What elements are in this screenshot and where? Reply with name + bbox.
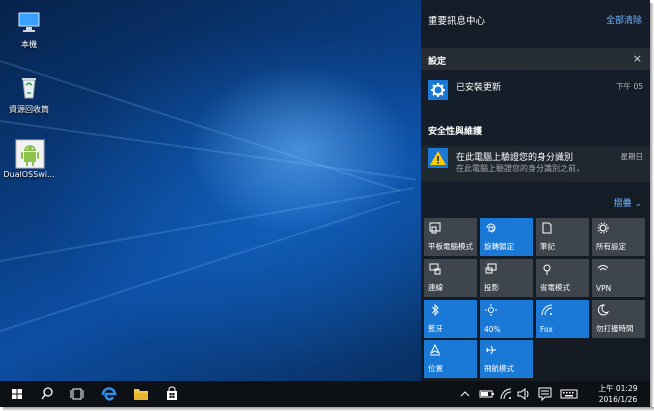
airplane-icon	[485, 344, 497, 356]
tile-label: 飛航模式	[484, 364, 514, 373]
group-title: 設定	[428, 57, 447, 67]
window-shadow	[650, 3, 654, 411]
tile-brightness[interactable]: 40%	[480, 300, 533, 338]
tile-rotation-lock[interactable]: 旋轉鎖定	[480, 218, 533, 256]
clock[interactable]: 上午 01:29 2016/1/26	[596, 383, 640, 405]
tile-label: 旋轉鎖定	[484, 242, 514, 251]
keyboard-icon[interactable]	[559, 381, 579, 407]
chevron-down-icon: ⌄	[634, 199, 642, 209]
chevron-up-icon[interactable]	[458, 381, 472, 407]
action-center-panel: 重要訊息中心 全部清除 設定 × 已安裝更新 下午 05 安全性與維護 在此電腦…	[421, 0, 650, 381]
notification-group-settings[interactable]: 設定 ×	[421, 48, 650, 70]
taskbar: 上午 01:29 2016/1/26	[0, 381, 650, 407]
edge-icon[interactable]	[94, 381, 124, 407]
search-icon[interactable]	[32, 381, 62, 407]
tablet-mode-icon	[429, 222, 441, 234]
desktop-icon-recycle-bin[interactable]: 資源回收筒	[0, 73, 59, 115]
notification-time: 下午 05	[616, 82, 643, 91]
collapse-label: 摺疊	[613, 199, 632, 209]
recycle-bin-icon	[15, 73, 43, 101]
gear-icon	[428, 80, 448, 100]
wallpaper-beam	[0, 187, 414, 262]
tile-label: Fox	[540, 325, 553, 334]
tile-note[interactable]: 筆記	[536, 218, 589, 256]
tile-label: 筆記	[540, 242, 555, 251]
bluetooth-icon	[429, 303, 441, 317]
tile-label: 藍牙	[428, 324, 443, 333]
notification-time: 星期日	[620, 152, 644, 161]
tile-label: 勿打擾時間	[596, 324, 634, 333]
wallpaper-beam	[0, 200, 400, 332]
tile-tablet-mode[interactable]: 平板電腦模式	[424, 218, 477, 256]
notification-title: 已安裝更新	[456, 83, 502, 93]
tile-label: 連線	[428, 283, 443, 292]
tile-location[interactable]: 位置	[424, 340, 477, 378]
connect-icon	[429, 263, 441, 275]
notification-update-installed[interactable]: 已安裝更新 下午 05	[421, 76, 650, 110]
desktop-icon-label: 資源回收筒	[9, 105, 49, 114]
wifi-signal-icon[interactable]	[498, 381, 514, 407]
tile-label: 40%	[484, 325, 501, 334]
volume-icon[interactable]	[516, 381, 532, 407]
tile-vpn[interactable]: VPN	[592, 259, 645, 297]
action-center-header: 重要訊息中心 全部清除	[421, 0, 650, 36]
tile-label: 所有設定	[596, 242, 626, 251]
collapse-button[interactable]: 摺疊 ⌄	[614, 196, 642, 209]
tile-battery-saver[interactable]: 省電模式	[536, 259, 589, 297]
window-shadow	[3, 407, 654, 411]
computer-icon	[15, 8, 43, 36]
desktop-icon-label: DualOSSwi...	[3, 170, 55, 179]
tile-wifi[interactable]: Fox	[536, 300, 589, 338]
clock-date: 2016/1/26	[598, 395, 638, 404]
desktop-icon-dualos[interactable]: DualOSSwi...	[0, 139, 61, 179]
desktop: 本機 資源回收筒 DualOSSwi... 重要訊息中心 全部清除 設定 × 已…	[0, 0, 650, 407]
notification-title: 在此電腦上驗證您的身分識別	[456, 153, 574, 163]
wifi-icon	[541, 304, 553, 316]
notification-body: 在此電腦上驗證您的身分識別之前，	[456, 164, 584, 173]
store-icon[interactable]	[157, 381, 187, 407]
rotation-lock-icon	[485, 222, 497, 234]
tile-connect[interactable]: 連線	[424, 259, 477, 297]
vpn-icon	[597, 263, 609, 275]
file-explorer-icon[interactable]	[126, 381, 156, 407]
tile-bluetooth[interactable]: 藍牙	[424, 300, 477, 338]
tile-label: 位置	[428, 364, 443, 373]
windows-start-icon[interactable]	[2, 381, 32, 407]
tile-label: VPN	[596, 284, 612, 293]
tile-quiet-hours[interactable]: 勿打擾時間	[592, 300, 645, 338]
note-icon	[541, 222, 553, 234]
close-icon[interactable]: ×	[633, 52, 642, 65]
tile-label: 平板電腦模式	[428, 242, 473, 251]
action-center-icon[interactable]	[537, 381, 553, 407]
clear-all-button[interactable]: 全部清除	[606, 13, 642, 26]
warning-icon	[428, 148, 448, 168]
notification-verify-identity[interactable]: 在此電腦上驗證您的身分識別 在此電腦上驗證您的身分識別之前， 星期日	[421, 146, 650, 182]
desktop-icon-this-pc[interactable]: 本機	[0, 8, 59, 50]
notification-group-security[interactable]: 安全性與維護	[428, 124, 482, 137]
tile-label: 省電模式	[540, 283, 570, 292]
brightness-icon	[485, 304, 497, 316]
moon-icon	[597, 304, 610, 316]
settings-icon	[597, 222, 609, 234]
desktop-icon-label: 本機	[21, 40, 37, 49]
tile-label: 投影	[484, 283, 499, 292]
battery-saver-icon	[541, 263, 553, 275]
tile-all-settings[interactable]: 所有設定	[592, 218, 645, 256]
clock-time: 上午 01:29	[598, 384, 638, 393]
action-center-title: 重要訊息中心	[428, 16, 486, 27]
battery-icon[interactable]	[478, 381, 496, 407]
tile-project[interactable]: 投影	[480, 259, 533, 297]
location-icon	[429, 343, 441, 356]
project-icon	[485, 263, 497, 275]
android-icon	[15, 139, 45, 169]
tile-airplane-mode[interactable]: 飛航模式	[480, 340, 533, 378]
task-view-icon[interactable]	[62, 381, 92, 407]
